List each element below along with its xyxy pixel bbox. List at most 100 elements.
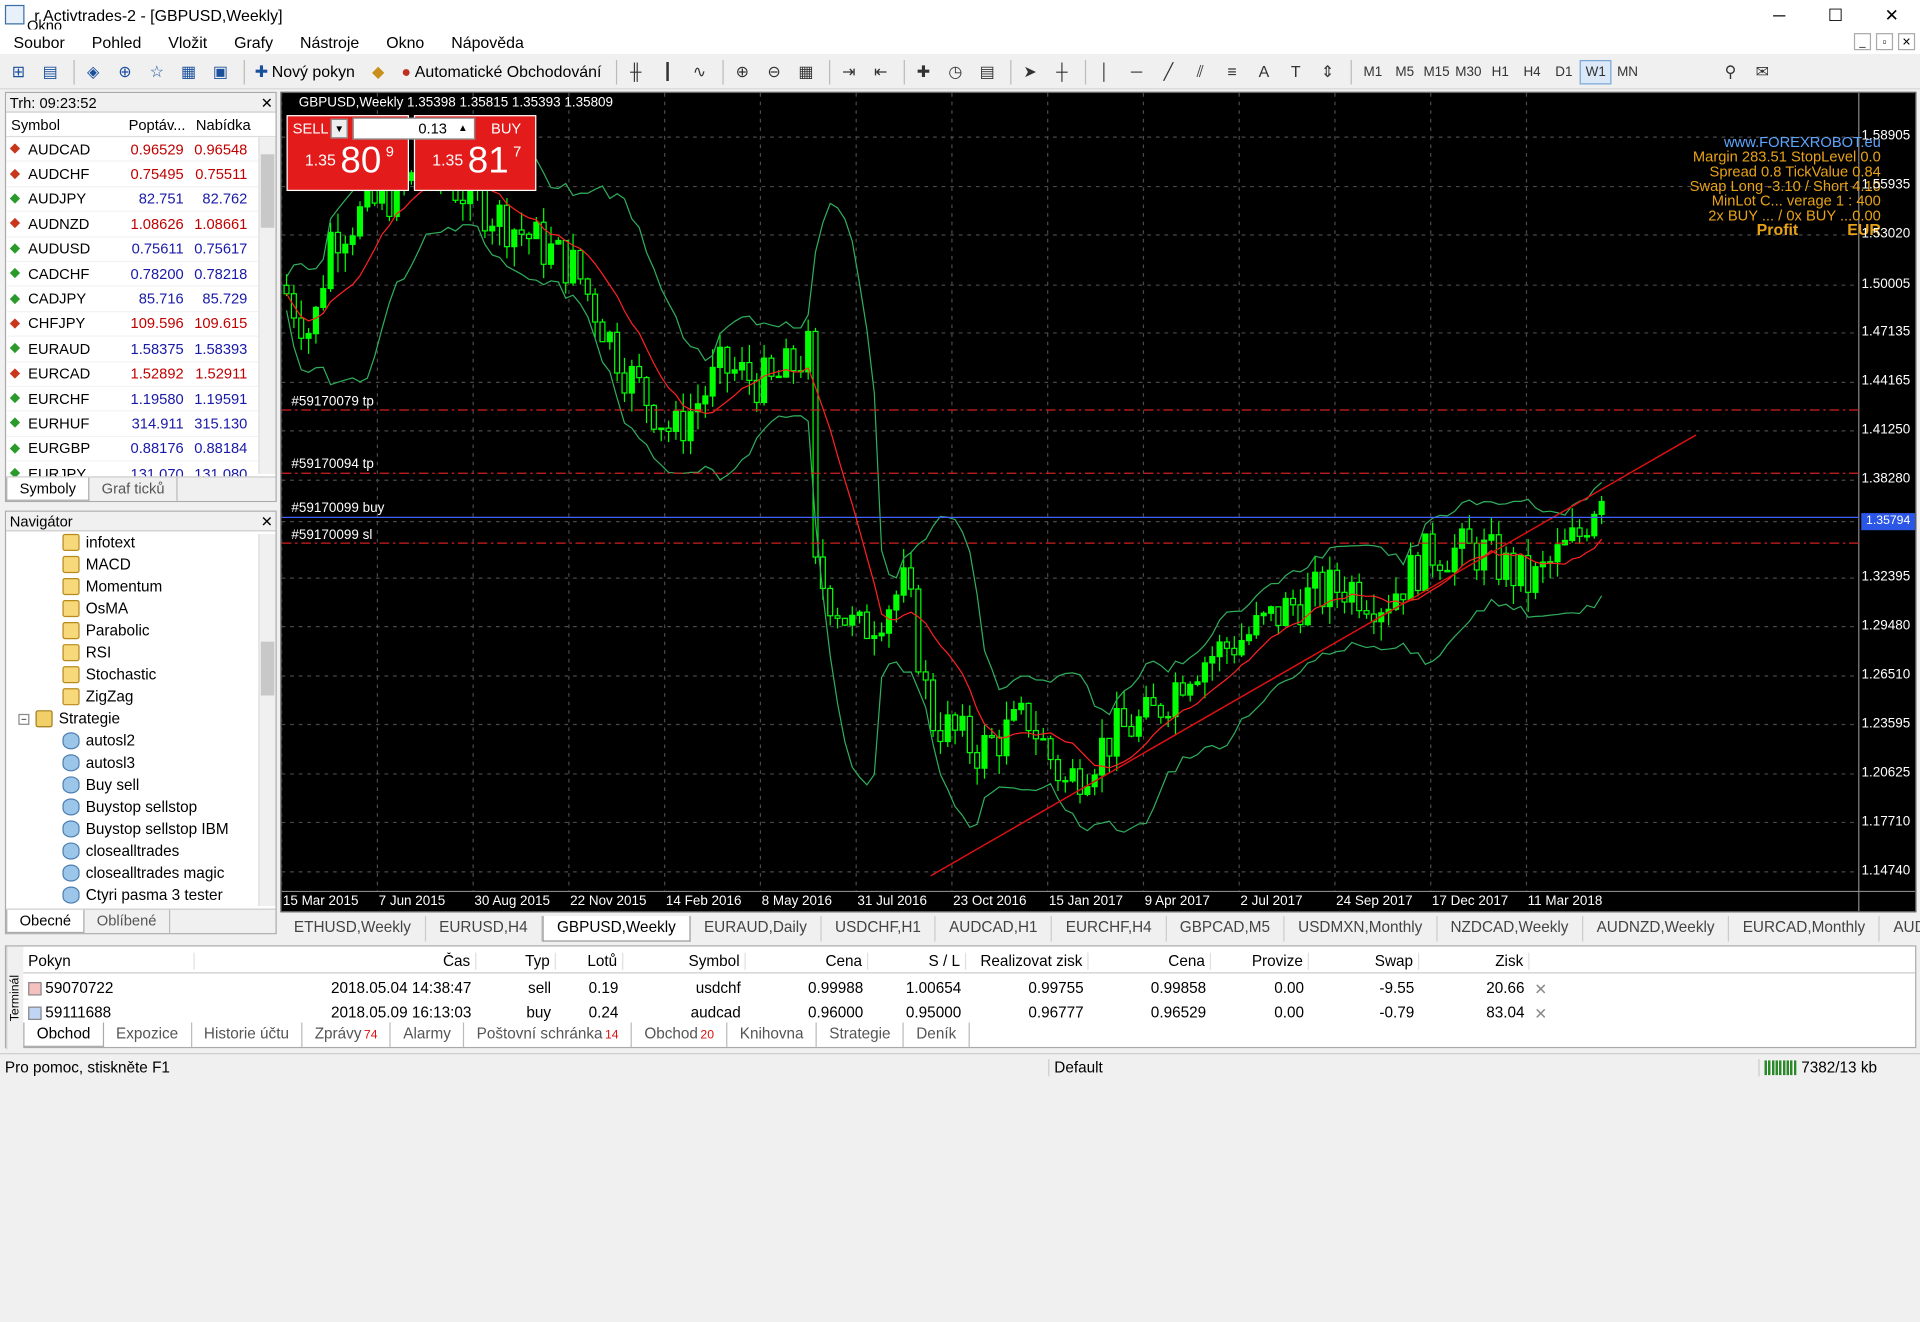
navigator-icon[interactable]: ▦ (175, 58, 202, 85)
navigator-item[interactable]: Buystop sellstop IBM (6, 818, 275, 840)
terminal-column-header[interactable]: Symbol (623, 952, 746, 970)
market-watch-icon[interactable]: ◈ (80, 58, 107, 85)
chart-tab[interactable]: ETHUSD,Weekly (280, 915, 426, 942)
price-chart[interactable]: GBPUSD,Weekly 1.35398 1.35815 1.35393 1.… (280, 91, 1917, 913)
navigator-item[interactable]: Buystop sellstop (6, 796, 275, 818)
navigator-item[interactable]: Parabolic (6, 620, 275, 642)
navigator-scrollbar[interactable] (258, 533, 276, 907)
table-row[interactable]: 59070722 2018.05.04 14:38:47 sell 0.19 usdch… (23, 976, 1893, 1000)
market-watch-row[interactable]: ◆ AUDNZD 1.08626 1.08661 (6, 212, 276, 238)
trendline-icon[interactable]: ╱ (1155, 58, 1182, 85)
horizontal-line-icon[interactable]: ─ (1123, 58, 1150, 85)
terminal-tab[interactable]: Deník (904, 1022, 970, 1047)
chart-tab[interactable]: NZDCAD,Weekly (1437, 915, 1584, 942)
chart-tab[interactable]: USDCHF,H1 (822, 915, 936, 942)
chart-tab[interactable]: EURCHF,H4 (1052, 915, 1167, 942)
terminal-column-header[interactable]: Pokyn (23, 952, 195, 970)
navigator-item[interactable]: RSI (6, 642, 275, 664)
arrows-icon[interactable]: ⇕ (1314, 58, 1341, 85)
terminal-tab[interactable]: Obchod (23, 1022, 104, 1047)
navigator-item[interactable]: Buy sell (6, 774, 275, 796)
crosshair-icon[interactable]: ⊕ (111, 58, 138, 85)
navigator-item[interactable]: closealltrades (6, 840, 275, 862)
chart-tab[interactable]: EURCAD,Monthly (1729, 915, 1880, 942)
timeframe-w1[interactable]: W1 (1579, 59, 1612, 84)
tab-tick-chart[interactable]: Graf ticků (89, 477, 179, 501)
menu-pohled[interactable]: Pohled (78, 32, 155, 50)
terminal-column-header[interactable]: Swap (1309, 952, 1420, 970)
bar-chart-icon[interactable]: ╫ (622, 58, 649, 85)
terminal-column-header[interactable]: Lotů (556, 952, 624, 970)
timeframe-m1[interactable]: M1 (1357, 59, 1389, 83)
menu-soubor[interactable]: Soubor (0, 32, 78, 50)
indicators-icon[interactable]: ✚ (910, 58, 937, 85)
market-watch-row[interactable]: ◆ EURCHF 1.19580 1.19591 (6, 387, 276, 412)
minimize-button[interactable]: ─ (1751, 0, 1807, 29)
zoom-out-icon[interactable]: ⊖ (761, 58, 788, 85)
column-header[interactable]: Nabídka (191, 116, 255, 133)
maximize-button[interactable]: ☐ (1807, 0, 1863, 29)
crosshair-tool-icon[interactable]: ┼ (1048, 58, 1075, 85)
navigator-item[interactable]: ZigZag (6, 686, 275, 708)
market-watch-row[interactable]: ◆ AUDUSD 0.75611 0.75617 (6, 237, 276, 262)
navigator-item[interactable]: autosl2 (6, 730, 275, 752)
mdi-restore-icon[interactable]: ▫ (1875, 33, 1894, 51)
market-watch-row[interactable]: ◆ EURHUF 314.911 315.130 (6, 412, 276, 437)
market-watch-row[interactable]: ◆ EURCAD 1.52892 1.52911 (6, 362, 276, 387)
cursor-icon[interactable]: ➤ (1017, 58, 1044, 85)
mdi-minimize-icon[interactable]: _ (1853, 33, 1872, 51)
timeframe-d1[interactable]: D1 (1548, 59, 1580, 83)
metaeditor-icon[interactable]: ◆ (365, 58, 392, 85)
menu-nápověda[interactable]: Nápověda (438, 32, 538, 50)
lot-up-icon[interactable]: ▲ (454, 119, 471, 139)
order-label[interactable]: #59170079 tp (291, 394, 373, 409)
terminal-column-header[interactable]: Realizovat zisk (966, 952, 1089, 970)
terminal-icon[interactable]: ▣ (207, 58, 234, 85)
navigator-item[interactable]: OsMA (6, 598, 275, 620)
chart-tab[interactable]: AUDCAD,H1 (936, 915, 1053, 942)
order-label[interactable]: #59170094 tp (291, 457, 373, 472)
chart-tab[interactable]: GBPUSD,Weekly (542, 915, 691, 942)
terminal-column-header[interactable]: S / L (868, 952, 967, 970)
terminal-column-header[interactable]: Cena (746, 952, 869, 970)
lot-size-input[interactable]: ▼ 0.13 ▲ (330, 117, 476, 140)
terminal-tab[interactable]: Obchod 20 (632, 1022, 728, 1047)
menu-nástroje[interactable]: Nástroje (287, 32, 373, 50)
column-header[interactable]: Symbol (6, 116, 124, 133)
text-icon[interactable]: A (1250, 58, 1277, 85)
text-label-icon[interactable]: T (1282, 58, 1309, 85)
timeframe-m5[interactable]: M5 (1389, 59, 1421, 83)
autoscroll-icon[interactable]: ⇤ (867, 58, 894, 85)
table-row[interactable]: 59111688 2018.05.09 16:13:03 buy 0.24 audcad… (23, 1000, 1893, 1024)
templates-icon[interactable]: ▤ (974, 58, 1001, 85)
terminal-tab[interactable]: Expozice (104, 1022, 192, 1047)
new-order-button[interactable]: ✚ Nový pokyn (250, 58, 360, 85)
market-watch-row[interactable]: ◆ AUDJPY 82.751 82.762 (6, 187, 276, 213)
market-watch-row[interactable]: ◆ CADJPY 85.716 85.729 (6, 287, 276, 312)
navigator-item[interactable]: closealltrades magic (6, 862, 275, 884)
order-label[interactable]: #59170099 sl (291, 527, 372, 542)
market-watch-row[interactable]: ◆ EURAUD 1.58375 1.58393 (6, 337, 276, 362)
timeframe-h1[interactable]: H1 (1484, 59, 1516, 83)
channel-icon[interactable]: ⫽ (1187, 58, 1214, 85)
fibonacci-icon[interactable]: ≡ (1219, 58, 1246, 85)
vertical-line-icon[interactable]: │ (1091, 58, 1118, 85)
chart-tab[interactable]: AUDUSD,W (1880, 916, 1920, 942)
terminal-column-header[interactable]: Typ (476, 952, 556, 970)
search-icon[interactable]: ⚲ (1717, 58, 1744, 85)
menu-vložit[interactable]: Vložit (155, 32, 221, 50)
mdi-close-icon[interactable]: ✕ (1897, 33, 1916, 51)
terminal-tab[interactable]: Alarmy (391, 1022, 465, 1047)
tile-windows-icon[interactable]: ▦ (792, 58, 819, 85)
timeframe-m15[interactable]: M15 (1421, 59, 1453, 83)
tab-symbols[interactable]: Symboly (6, 477, 90, 501)
timeframe-mn[interactable]: MN (1612, 59, 1644, 83)
navigator-item[interactable]: Stochastic (6, 664, 275, 686)
market-watch-row[interactable]: ◆ AUDCAD 0.96529 0.96548 (6, 137, 276, 163)
terminal-column-header[interactable]: Provize (1211, 952, 1309, 970)
terminal-tab[interactable]: Knihovna (727, 1022, 818, 1047)
market-watch-row[interactable]: ◆ EURGBP 0.88176 0.88184 (6, 437, 276, 462)
tab-favorites[interactable]: Oblíbené (85, 909, 170, 934)
order-label[interactable]: #59170099 buy (291, 501, 384, 516)
collapse-icon[interactable]: − (18, 713, 30, 725)
